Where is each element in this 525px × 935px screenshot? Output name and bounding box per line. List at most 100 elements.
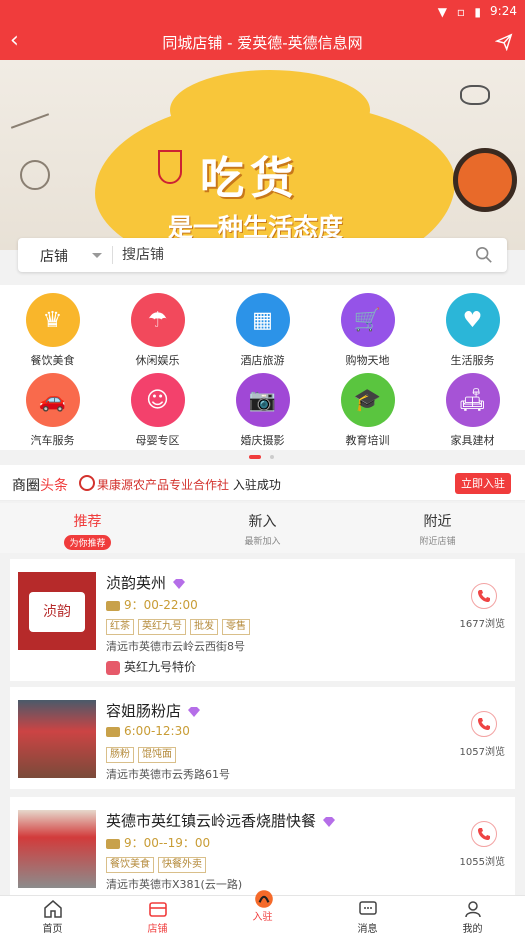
shop-hours-text: 6:00-12:30 bbox=[124, 724, 190, 738]
shop-views: 1057浏览 bbox=[459, 747, 505, 758]
phone-icon[interactable] bbox=[471, 583, 497, 609]
tab-label: 新入 bbox=[248, 514, 277, 530]
category-item[interactable]: ♥ 生活服务 bbox=[420, 293, 525, 368]
nav-label: 消息 bbox=[357, 924, 378, 935]
search-icon[interactable] bbox=[475, 246, 493, 264]
shop-name-row: 浈韵英州 bbox=[106, 572, 186, 593]
share-icon[interactable] bbox=[495, 33, 513, 51]
category-item[interactable]: ☺ 母婴专区 bbox=[105, 373, 210, 448]
tab-label: 推荐 bbox=[73, 514, 102, 530]
status-bar: ▼ ▫ ▮ 9:24 bbox=[0, 0, 525, 24]
diamond-icon bbox=[173, 578, 186, 589]
nav-item-3[interactable]: 消息 bbox=[315, 900, 420, 935]
nav-item-2[interactable]: 入驻 bbox=[210, 888, 315, 923]
shop-name: 英德市英红镇云岭远香烧腊快餐 bbox=[106, 812, 317, 830]
shop-tag: 肠粉 bbox=[106, 747, 134, 763]
wifi-icon: ▼ bbox=[437, 5, 447, 19]
tab-sublabel: 为你推荐 bbox=[64, 535, 111, 550]
search-category-select[interactable]: 店铺 bbox=[40, 246, 68, 266]
category-item[interactable]: 🛋 家具建材 bbox=[420, 373, 525, 448]
shop-icon bbox=[148, 900, 168, 918]
category-item[interactable]: ♛ 餐饮美食 bbox=[0, 293, 105, 368]
shop-tag: 快餐外卖 bbox=[158, 857, 206, 873]
tab-0[interactable]: 推荐 为你推荐 bbox=[0, 511, 175, 550]
chef-hat-icon: ♛ bbox=[25, 293, 80, 347]
tab-sublabel: 最新加入 bbox=[244, 537, 281, 547]
headline-bar: 商圈 头条 果康源农产品专业合作社 入驻成功 立即入驻 bbox=[0, 465, 525, 501]
shop-card[interactable]: 容姐肠粉店 6:00-12:30 肠粉 馄饨面清远市英德市云秀路61号 1057浏览 bbox=[10, 687, 515, 789]
join-button[interactable]: 立即入驻 bbox=[455, 473, 511, 494]
deco-cup bbox=[20, 160, 50, 190]
phone-icon[interactable] bbox=[471, 821, 497, 847]
category-label: 母婴专区 bbox=[135, 434, 180, 447]
search-bar: 店铺 bbox=[18, 238, 507, 272]
shop-hours: 9：00--19：00 bbox=[106, 834, 210, 851]
diamond-icon bbox=[323, 816, 336, 827]
status-time: 9:24 bbox=[490, 4, 517, 18]
baby-face-icon: ☺ bbox=[130, 373, 185, 427]
clock-icon bbox=[106, 600, 120, 611]
graduation-cap-icon: 🎓 bbox=[340, 373, 395, 427]
headline-news[interactable]: 果康源农产品专业合作社 入驻成功 bbox=[97, 476, 281, 493]
category-label: 购物天地 bbox=[345, 354, 390, 367]
user-icon bbox=[463, 900, 483, 918]
phone-icon[interactable] bbox=[471, 711, 497, 737]
carousel-dot-active bbox=[249, 455, 261, 459]
shop-card[interactable]: 浈韵 浈韵英州 9：00-22:00 红茶 英红九号 批发 零售 清远市英德市云岭云西街8号英… bbox=[10, 559, 515, 681]
join-fire-icon bbox=[253, 888, 273, 908]
nav-item-0[interactable]: 首页 bbox=[0, 900, 105, 935]
chevron-down-icon[interactable] bbox=[92, 253, 102, 258]
armchair-icon: 🛋 bbox=[445, 373, 500, 427]
tab-bar: 推荐 为你推荐 新入 最新加入 附近 附近店铺 bbox=[0, 503, 525, 553]
tab-sublabel: 附近店铺 bbox=[419, 537, 456, 547]
banner[interactable]: 吃货 是一种生活态度 bbox=[0, 60, 525, 250]
tab-label: 附近 bbox=[423, 514, 452, 530]
category-item[interactable]: 🛒 购物天地 bbox=[315, 293, 420, 368]
shop-address: 清远市英德市云岭云西街8号 bbox=[106, 640, 245, 653]
shop-views: 1055浏览 bbox=[459, 857, 505, 868]
beach-umbrella-icon: ☂ bbox=[130, 293, 185, 347]
shop-name-row: 英德市英红镇云岭远香烧腊快餐 bbox=[106, 810, 336, 831]
shop-hours: 9：00-22:00 bbox=[106, 596, 198, 613]
shop-tag: 英红九号 bbox=[138, 619, 186, 635]
category-item[interactable]: 🎓 教育培训 bbox=[315, 373, 420, 448]
tab-1[interactable]: 新入 最新加入 bbox=[175, 511, 350, 547]
nav-label: 店铺 bbox=[147, 924, 168, 935]
shop-thumbnail bbox=[18, 700, 96, 778]
nav-item-1[interactable]: 店铺 bbox=[105, 900, 210, 935]
tab-2[interactable]: 附近 附近店铺 bbox=[350, 511, 525, 547]
news-suffix: 入驻成功 bbox=[232, 478, 281, 492]
shop-address: 清远市英德市云秀路61号 bbox=[106, 768, 230, 781]
shop-hours: 6:00-12:30 bbox=[106, 724, 190, 738]
shop-thumb-text: 浈韵 bbox=[29, 592, 85, 632]
hand-heart-icon: ♥ bbox=[445, 293, 500, 347]
carousel-dots bbox=[0, 455, 525, 463]
nav-item-4[interactable]: 我的 bbox=[420, 900, 525, 935]
headline-label: 商圈 bbox=[12, 478, 40, 494]
shop-name-row: 容姐肠粉店 bbox=[106, 700, 201, 721]
news-shop-name: 果康源农产品专业合作社 bbox=[97, 478, 230, 492]
shop-card[interactable]: 英德市英红镇云岭远香烧腊快餐 9：00--19：00 餐饮美食 快餐外卖 清远市英德市X… bbox=[10, 797, 515, 895]
nav-label: 我的 bbox=[462, 924, 483, 935]
clock-icon bbox=[106, 726, 120, 737]
category-item[interactable]: 📷 婚庆摄影 bbox=[210, 373, 315, 448]
shop-name: 容姐肠粉店 bbox=[106, 702, 182, 720]
pizza-icon bbox=[453, 148, 517, 212]
category-label: 家具建材 bbox=[450, 434, 495, 447]
shop-tags: 肠粉 馄饨面 bbox=[106, 742, 180, 763]
divider bbox=[112, 246, 113, 264]
shop-thumbnail bbox=[18, 810, 96, 888]
search-input[interactable] bbox=[122, 245, 452, 265]
shop-hours-text: 9：00-22:00 bbox=[124, 598, 198, 612]
clock-icon bbox=[106, 838, 120, 849]
shop-list: 浈韵 浈韵英州 9：00-22:00 红茶 英红九号 批发 零售 清远市英德市云岭云西街8号英… bbox=[0, 553, 525, 895]
shop-promo: 英红九号特价 bbox=[106, 658, 196, 675]
shop-promo-text: 英红九号特价 bbox=[124, 660, 197, 674]
category-item[interactable]: ▦ 酒店旅游 bbox=[210, 293, 315, 368]
shop-name: 浈韵英州 bbox=[106, 574, 167, 592]
shopping-cart-icon: 🛒 bbox=[340, 293, 395, 347]
category-item[interactable]: 🚗 汽车服务 bbox=[0, 373, 105, 448]
shop-tag: 红茶 bbox=[106, 619, 134, 635]
category-item[interactable]: ☂ 休闲娱乐 bbox=[105, 293, 210, 368]
shop-tag: 馄饨面 bbox=[138, 747, 176, 763]
